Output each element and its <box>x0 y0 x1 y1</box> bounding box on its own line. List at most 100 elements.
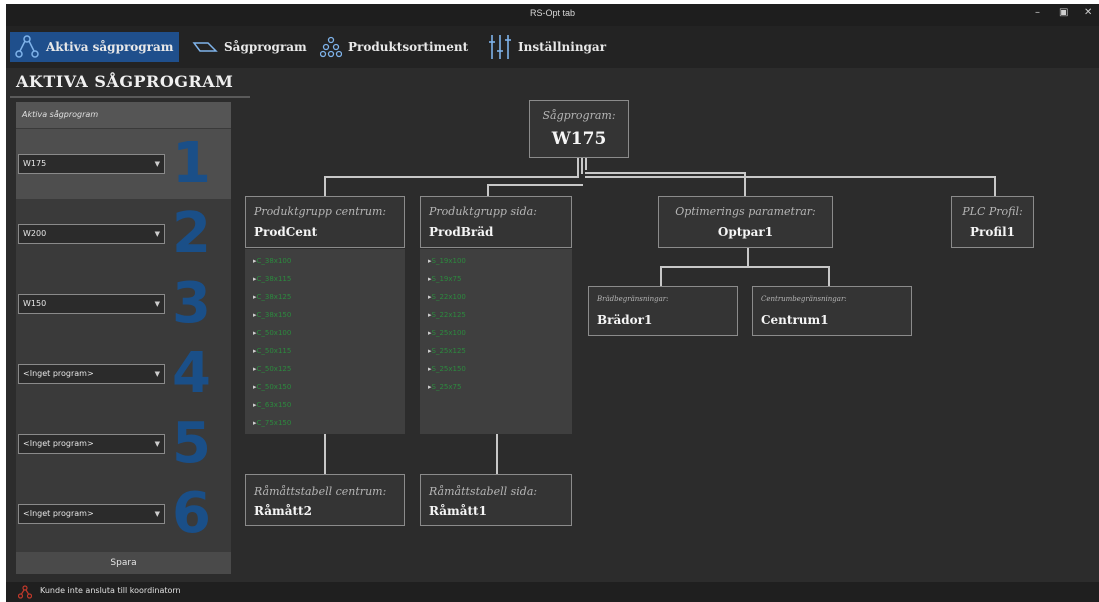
select-value: W175 <box>23 159 47 168</box>
list-item[interactable]: C_38x125 <box>253 293 292 301</box>
tab-sagprogram[interactable]: Sågprogram <box>192 32 307 62</box>
title-divider <box>10 96 250 98</box>
sliders-icon <box>489 35 511 59</box>
save-button[interactable]: Spara <box>16 552 231 574</box>
program-slot-5: <Inget program> ▼ 5 <box>16 409 231 479</box>
connector <box>585 158 587 170</box>
program-select-6[interactable]: <Inget program> ▼ <box>18 504 165 524</box>
connector <box>487 184 489 196</box>
optimization-params-node[interactable]: Optimerings parametrar: Optpar1 <box>658 196 833 248</box>
connector <box>585 172 745 174</box>
program-slot-4: <Inget program> ▼ 4 <box>16 339 231 409</box>
node-label: Råmåttstabell sida: <box>429 485 538 498</box>
product-stack-icon <box>320 36 342 58</box>
close-icon[interactable]: ✕ <box>1084 7 1092 18</box>
center-limits-node[interactable]: Centrumbegränsningar: Centrum1 <box>752 286 912 336</box>
title-bar: RS-Opt tab – ▣ ✕ <box>6 4 1099 26</box>
node-label: Brädbegränsningar: <box>597 295 669 303</box>
window-title: RS-Opt tab <box>529 8 576 18</box>
connector <box>747 248 749 268</box>
list-item[interactable]: C_63x150 <box>253 401 292 409</box>
program-slot-2: W200 ▼ 2 <box>16 199 231 269</box>
list-item[interactable]: C_38x100 <box>253 257 292 265</box>
network-icon <box>15 35 39 58</box>
connector <box>324 176 326 196</box>
tab-installningar[interactable]: Inställningar <box>488 32 606 62</box>
product-group-center-node[interactable]: Produktgrupp centrum: ProdCent <box>245 196 405 248</box>
program-select-3[interactable]: W150 ▼ <box>18 294 165 314</box>
center-product-list: C_38x100 C_38x115 C_38x125 C_38x150 C_50… <box>245 249 405 434</box>
select-value: <Inget program> <box>23 439 94 448</box>
node-value: ProdCent <box>254 225 318 239</box>
list-item[interactable]: C_50x115 <box>253 347 292 355</box>
list-item[interactable]: C_50x125 <box>253 365 292 373</box>
connector <box>585 176 995 178</box>
product-group-side-node[interactable]: Produktgrupp sida: ProdBräd <box>420 196 572 248</box>
chevron-down-icon: ▼ <box>154 370 160 378</box>
chevron-down-icon: ▼ <box>154 440 160 448</box>
list-item[interactable]: C_50x150 <box>253 383 292 391</box>
list-item[interactable]: S_25x100 <box>428 329 466 337</box>
list-item[interactable]: S_22x125 <box>428 311 466 319</box>
chevron-down-icon: ▼ <box>154 160 160 168</box>
tab-produktsortiment[interactable]: Produktsortiment <box>320 32 468 62</box>
list-item[interactable]: S_22x100 <box>428 293 466 301</box>
raw-size-table-side-node[interactable]: Råmåttstabell sida: Råmått1 <box>420 474 572 526</box>
active-programs-panel: Aktiva sågprogram W175 ▼ 1 W200 ▼ 2 W150… <box>16 102 231 574</box>
list-item[interactable]: C_38x115 <box>253 275 292 283</box>
status-message: Kunde inte ansluta till koordinatorn <box>40 586 181 595</box>
tab-label: Inställningar <box>518 40 607 54</box>
list-item[interactable]: S_25x75 <box>428 383 462 391</box>
saw-blade-icon <box>192 42 218 52</box>
network-error-icon <box>18 585 32 599</box>
slot-number: 4 <box>172 341 211 406</box>
chevron-down-icon: ▼ <box>154 300 160 308</box>
chevron-down-icon: ▼ <box>154 510 160 518</box>
board-limits-node[interactable]: Brädbegränsningar: Brädor1 <box>588 286 738 336</box>
raw-size-table-center-node[interactable]: Råmåttstabell centrum: Råmått2 <box>245 474 405 526</box>
list-item[interactable]: S_19x75 <box>428 275 462 283</box>
slot-number: 5 <box>172 411 211 476</box>
connector <box>660 266 830 268</box>
page-title: AKTIVA SÅGPROGRAM <box>16 72 234 91</box>
list-item[interactable]: C_75x150 <box>253 419 292 427</box>
node-value: Profil1 <box>970 225 1015 239</box>
slot-number: 6 <box>172 481 211 546</box>
sawprogram-node[interactable]: Sågprogram: W175 <box>529 100 629 158</box>
plc-profile-node[interactable]: PLC Profil: Profil1 <box>951 196 1034 248</box>
list-item[interactable]: C_50x100 <box>253 329 292 337</box>
slot-number: 1 <box>172 131 211 196</box>
node-label: Centrumbegränsningar: <box>761 295 847 303</box>
select-value: <Inget program> <box>23 509 94 518</box>
tab-aktiva-sagprogram[interactable]: Aktiva sågprogram <box>10 32 180 62</box>
status-bar: Kunde inte ansluta till koordinatorn <box>6 582 1099 602</box>
connector <box>577 158 579 178</box>
list-item[interactable]: C_38x150 <box>253 311 292 319</box>
connector <box>660 266 662 286</box>
connector <box>581 158 583 174</box>
select-value: W150 <box>23 299 47 308</box>
node-value: W175 <box>551 129 607 149</box>
program-select-4[interactable]: <Inget program> ▼ <box>18 364 165 384</box>
program-slot-6: <Inget program> ▼ 6 <box>16 479 231 549</box>
app-window: RS-Opt tab – ▣ ✕ Aktiva sågprogram Sågpr… <box>6 4 1099 602</box>
program-select-2[interactable]: W200 ▼ <box>18 224 165 244</box>
chevron-down-icon: ▼ <box>154 230 160 238</box>
select-value: W200 <box>23 229 47 238</box>
list-item[interactable]: S_25x150 <box>428 365 466 373</box>
node-label: PLC Profil: <box>962 205 1023 218</box>
program-select-5[interactable]: <Inget program> ▼ <box>18 434 165 454</box>
tab-label: Sågprogram <box>224 40 307 54</box>
list-item[interactable]: S_25x125 <box>428 347 466 355</box>
node-label: Råmåttstabell centrum: <box>254 485 387 498</box>
tab-label: Produktsortiment <box>348 40 469 54</box>
minimize-icon[interactable]: – <box>1035 7 1040 18</box>
list-item[interactable]: S_19x100 <box>428 257 466 265</box>
slot-number: 3 <box>172 271 211 336</box>
connector <box>994 176 996 196</box>
program-select-1[interactable]: W175 ▼ <box>18 154 165 174</box>
maximize-icon[interactable]: ▣ <box>1059 7 1068 18</box>
node-label: Optimerings parametrar: <box>675 205 816 218</box>
node-value: Optpar1 <box>717 225 774 239</box>
node-label: Sågprogram: <box>542 109 616 122</box>
